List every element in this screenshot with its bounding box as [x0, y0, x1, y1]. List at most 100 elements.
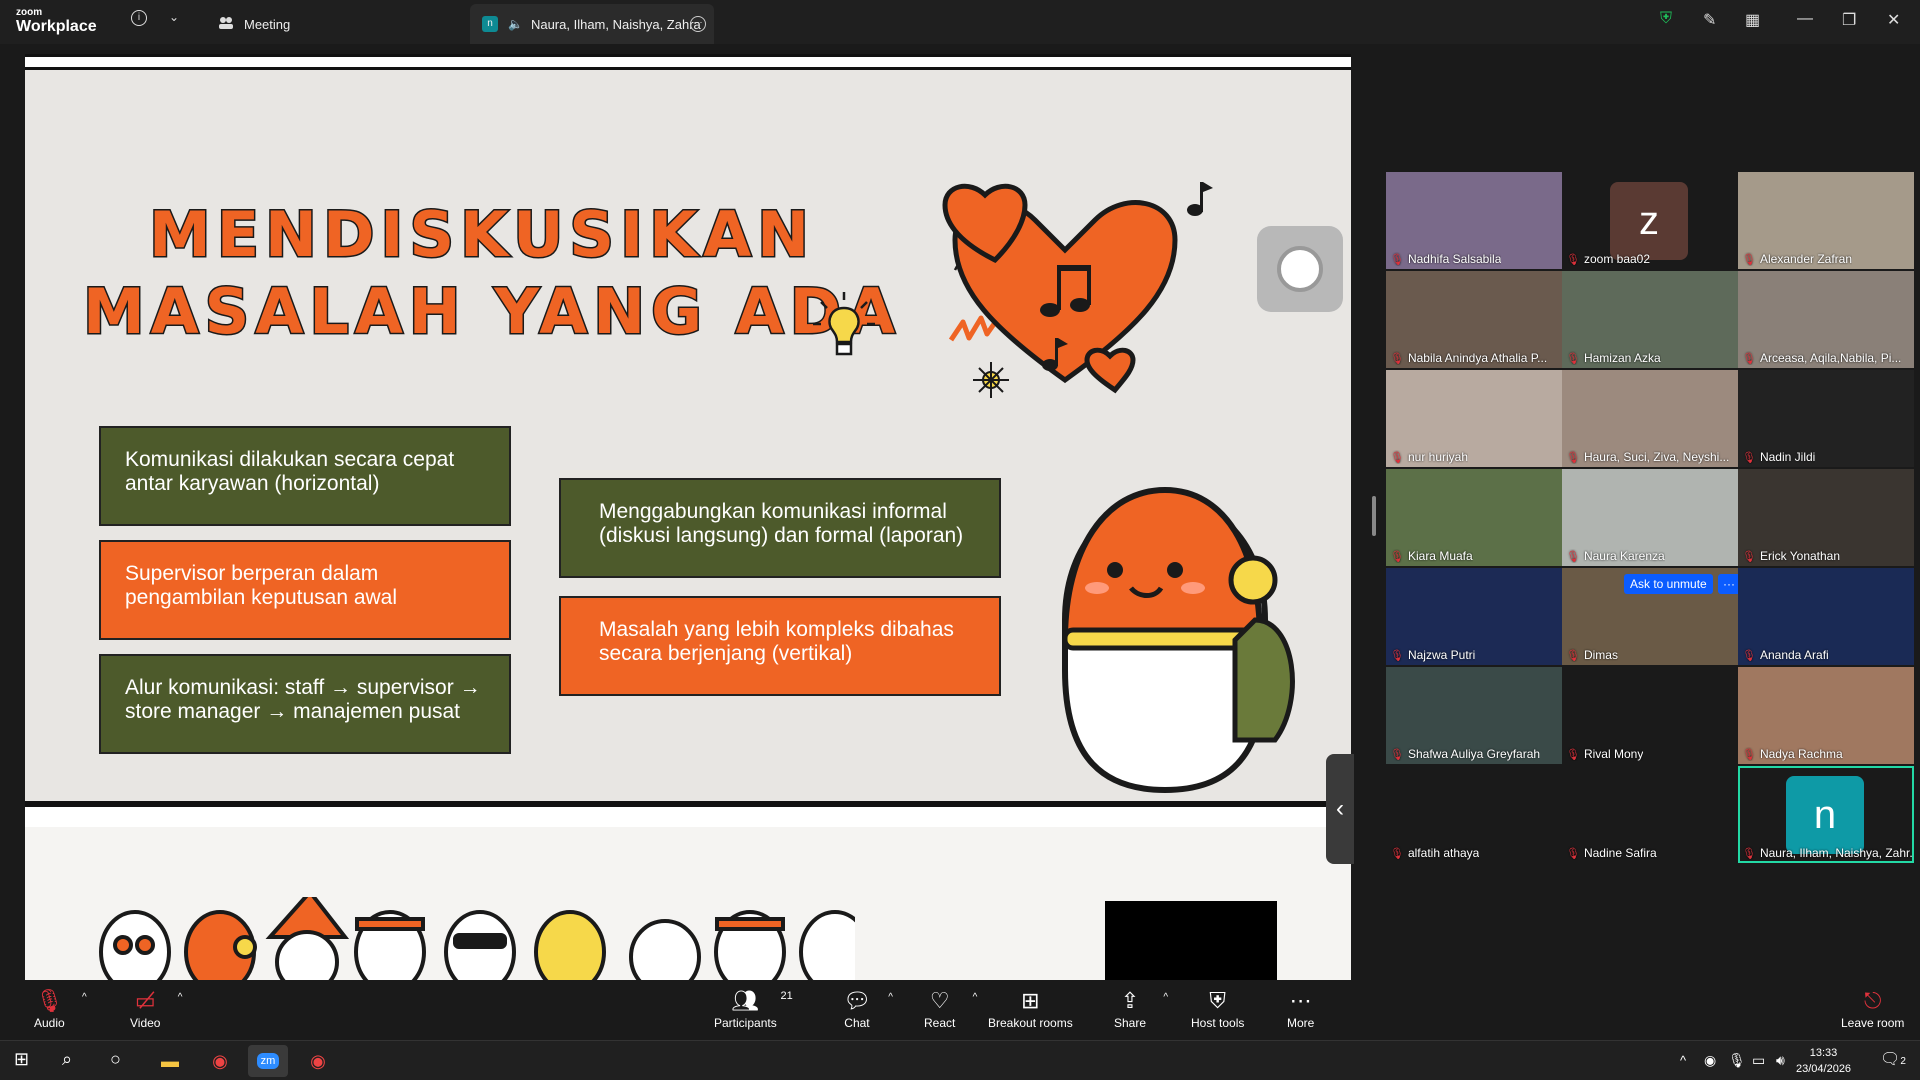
windows-start-icon[interactable]: ⊞: [14, 1049, 29, 1070]
notification-icon[interactable]: 🗨︎2: [1880, 1049, 1906, 1069]
info-icon[interactable]: i: [131, 10, 147, 26]
breakout-rooms-button[interactable]: ⊞ Breakout rooms: [988, 988, 1073, 1030]
participant-tile[interactable]: 🎙︎ Kiara Muafa: [1386, 469, 1562, 566]
participant-tile[interactable]: z 🎙︎ zoom baa02: [1562, 172, 1738, 269]
more-button[interactable]: ⋯ More: [1287, 988, 1314, 1030]
muted-mic-icon: 🎙︎: [1390, 550, 1404, 563]
chat-caret-icon[interactable]: ^: [888, 992, 893, 1003]
participant-tile[interactable]: 🎙︎ Haura, Suci, Ziva, Neyshi...: [1562, 370, 1738, 467]
tile-more-button[interactable]: ···: [1718, 574, 1738, 594]
participant-tile[interactable]: 🎙︎ Erick Yonathan: [1738, 469, 1914, 566]
participant-name: Nadin Jildi: [1759, 450, 1816, 464]
file-explorer-icon[interactable]: ▬: [150, 1045, 190, 1077]
video-caret-icon[interactable]: ^: [178, 992, 183, 1003]
taskbar-clock[interactable]: 13:33 23/04/2026: [1796, 1045, 1851, 1077]
layout-panel-icon[interactable]: ▦: [1745, 10, 1760, 30]
minimize-button[interactable]: —: [1797, 10, 1813, 28]
participant-tile[interactable]: 🎙︎ Shafwa Auliya Greyfarah: [1386, 667, 1562, 764]
collapse-gallery-handle[interactable]: ‹: [1326, 754, 1354, 864]
more-options-icon[interactable]: ···: [690, 16, 706, 32]
participant-tile[interactable]: 🎙︎ Najzwa Putri: [1386, 568, 1562, 665]
heart-icon: ♡: [929, 988, 950, 1013]
audio-caret-icon[interactable]: ^: [82, 992, 87, 1003]
share-button[interactable]: ⇪ Share ^: [1114, 988, 1168, 1030]
participant-tile[interactable]: 🎙︎ Rival Mony: [1562, 667, 1738, 764]
ask-to-unmute-button[interactable]: Ask to unmute: [1624, 574, 1713, 594]
muted-mic-icon: 🎙︎: [1390, 649, 1404, 662]
participant-tile[interactable]: 🎙︎ Alexander Zafran: [1738, 172, 1914, 269]
react-button[interactable]: ♡ React ^: [924, 988, 977, 1030]
share-label: Share: [1114, 1016, 1147, 1030]
slide-title-line1: MENDISKUSIKAN: [147, 197, 816, 273]
participant-name-label: 🎙︎ Naura Karenza: [1566, 549, 1665, 563]
participant-name-label: 🎙︎ Alexander Zafran: [1742, 252, 1852, 266]
muted-mic-icon: 🎙︎: [1390, 253, 1404, 266]
participant-tile[interactable]: 🎙︎ Nadine Safira: [1562, 766, 1738, 863]
participant-tile[interactable]: 🎙︎ Nadhifa Salsabila: [1386, 172, 1562, 269]
participant-tile[interactable]: 🎙︎ Ananda Arafi: [1738, 568, 1914, 665]
participants-button[interactable]: 👥︎ Participants 21: [714, 988, 793, 1030]
participant-tile[interactable]: 🎙︎ Nabila Anindya Athalia P...: [1386, 271, 1562, 368]
chrome-profile-icon[interactable]: ◉: [298, 1045, 338, 1077]
react-caret-icon[interactable]: ^: [973, 992, 978, 1003]
participant-tile[interactable]: 🎙︎ Arceasa, Aqila,Nabila, Pi...: [1738, 271, 1914, 368]
participant-avatar: z: [1610, 182, 1688, 260]
participant-tile[interactable]: 🎙︎ Nadin Jildi: [1738, 370, 1914, 467]
participant-tile[interactable]: 🎙︎ Naura Karenza: [1562, 469, 1738, 566]
task-view-icon[interactable]: ○: [110, 1049, 121, 1070]
maximize-button[interactable]: ❐: [1842, 10, 1856, 30]
video-button[interactable]: ▭̸ Video ^: [130, 988, 182, 1030]
tab-meeting[interactable]: Meeting: [218, 4, 290, 44]
slide-point-box: Alur komunikasi: staff → supervisor → st…: [99, 654, 511, 754]
tab-breakout-room[interactable]: n 🔈 Naura, Ilham, Naishya, Zahra ···: [470, 4, 714, 44]
participant-name-label: 🎙︎ Arceasa, Aqila,Nabila, Pi...: [1742, 351, 1901, 365]
participant-tile[interactable]: 🎙︎ alfatih athaya: [1386, 766, 1562, 863]
logo-big: Workplace: [16, 18, 97, 35]
volume-icon[interactable]: 🔊︎: [1776, 1052, 1785, 1069]
participant-name: alfatih athaya: [1407, 846, 1480, 860]
participant-name: Rival Mony: [1583, 747, 1644, 761]
muted-mic-icon: 🎙︎: [1742, 847, 1756, 860]
audio-button[interactable]: 🎙︎ Audio ^: [34, 988, 87, 1030]
meeting-toolbar: 🎙︎ Audio ^ ▭̸ Video ^ 👥︎ Participants 21…: [0, 980, 1920, 1040]
muted-mic-icon: 🎙︎: [1390, 352, 1404, 365]
audio-label: Audio: [34, 1016, 65, 1030]
participant-name: Haura, Suci, Ziva, Neyshi...: [1583, 450, 1730, 464]
participant-name-label: 🎙︎ Naura, Ilham, Naishya, Zahr...: [1742, 846, 1912, 860]
participant-name-label: 🎙︎ Najzwa Putri: [1390, 648, 1475, 662]
participant-tile[interactable]: 🎙︎ Hamizan Azka: [1562, 271, 1738, 368]
muted-mic-icon: 🎙︎: [1566, 550, 1580, 563]
participant-tile[interactable]: 🎙︎ nur huriyah: [1386, 370, 1562, 467]
chat-button[interactable]: 💬︎ Chat ^: [843, 988, 893, 1030]
slide-point-box: Masalah yang lebih kompleks dibahas seca…: [559, 596, 1001, 696]
host-tools-label: Host tools: [1191, 1016, 1245, 1030]
muted-mic-icon: 🎙︎: [1566, 847, 1580, 860]
muted-mic-icon: 🎙︎: [1390, 748, 1404, 761]
chrome-icon[interactable]: ◉: [200, 1045, 240, 1077]
search-icon[interactable]: ⌕: [62, 1049, 72, 1070]
chevron-down-icon[interactable]: ⌄: [169, 10, 179, 24]
host-tools-button[interactable]: ⛨ Host tools: [1191, 988, 1244, 1030]
zoom-taskbar-icon[interactable]: zm: [248, 1045, 288, 1077]
participant-name: Dimas: [1583, 648, 1618, 662]
security-shield-icon[interactable]: ⛨: [1660, 10, 1672, 28]
participant-name: Ananda Arafi: [1759, 648, 1829, 662]
tray-chevron-icon[interactable]: ^: [1680, 1053, 1686, 1068]
speaker-icon: 🔈: [508, 17, 523, 31]
participant-tile[interactable]: 🎙︎ Nadya Rachma: [1738, 667, 1914, 764]
participant-tile[interactable]: n 🎙︎ Naura, Ilham, Naishya, Zahr...: [1738, 766, 1914, 863]
presenter-control-button[interactable]: [1257, 226, 1343, 312]
annotate-pen-icon[interactable]: ✎: [1703, 10, 1716, 30]
close-button[interactable]: ✕: [1887, 10, 1900, 30]
zoom-logo: zoom Workplace: [16, 8, 97, 35]
participant-name-label: 🎙︎ nur huriyah: [1390, 450, 1468, 464]
breakout-grid-icon: ⊞: [1021, 988, 1040, 1013]
gallery-resize-handle[interactable]: [1372, 496, 1376, 536]
tray-mic-icon[interactable]: 🎙︎: [1728, 1052, 1746, 1069]
share-caret-icon[interactable]: ^: [1163, 992, 1168, 1003]
tray-record-icon[interactable]: ◉: [1704, 1052, 1716, 1069]
participant-tile[interactable]: Ask to unmute ··· 🎙︎ Dimas: [1562, 568, 1738, 665]
leave-room-button[interactable]: ⎋ Leave room: [1841, 988, 1904, 1030]
network-icon[interactable]: ▭: [1752, 1052, 1765, 1069]
participant-gallery: 🎙︎ Nadhifa Salsabila z 🎙︎ zoom baa02 🎙︎ Alexan…: [1360, 44, 1920, 980]
